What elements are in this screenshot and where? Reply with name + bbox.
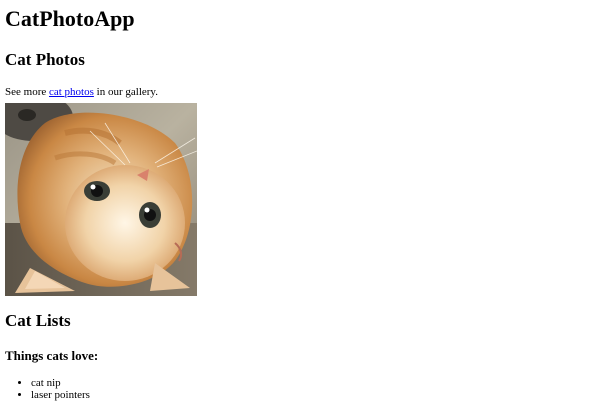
app-title: CatPhotoApp	[5, 6, 135, 31]
kitten-image	[5, 103, 197, 296]
things-cats-love-heading: Things cats love:	[5, 348, 99, 363]
intro-after: in our gallery.	[93, 86, 158, 98]
intro-before: See more	[5, 86, 49, 98]
cat-loves-list: cat nip laser pointers lasagna	[5, 377, 595, 403]
cat-lists-heading: Cat Lists	[5, 311, 71, 330]
gallery-intro-text: See more cat photos in our gallery.	[5, 85, 595, 99]
cat-photos-heading: Cat Photos	[5, 50, 85, 69]
kitten-photo[interactable]	[5, 103, 197, 296]
list-item: laser pointers	[31, 389, 595, 401]
page: CatPhotoApp Cat Photos See more cat phot…	[5, 0, 595, 403]
list-item: cat nip	[31, 377, 595, 389]
cat-photos-link[interactable]: cat photos	[49, 86, 94, 98]
